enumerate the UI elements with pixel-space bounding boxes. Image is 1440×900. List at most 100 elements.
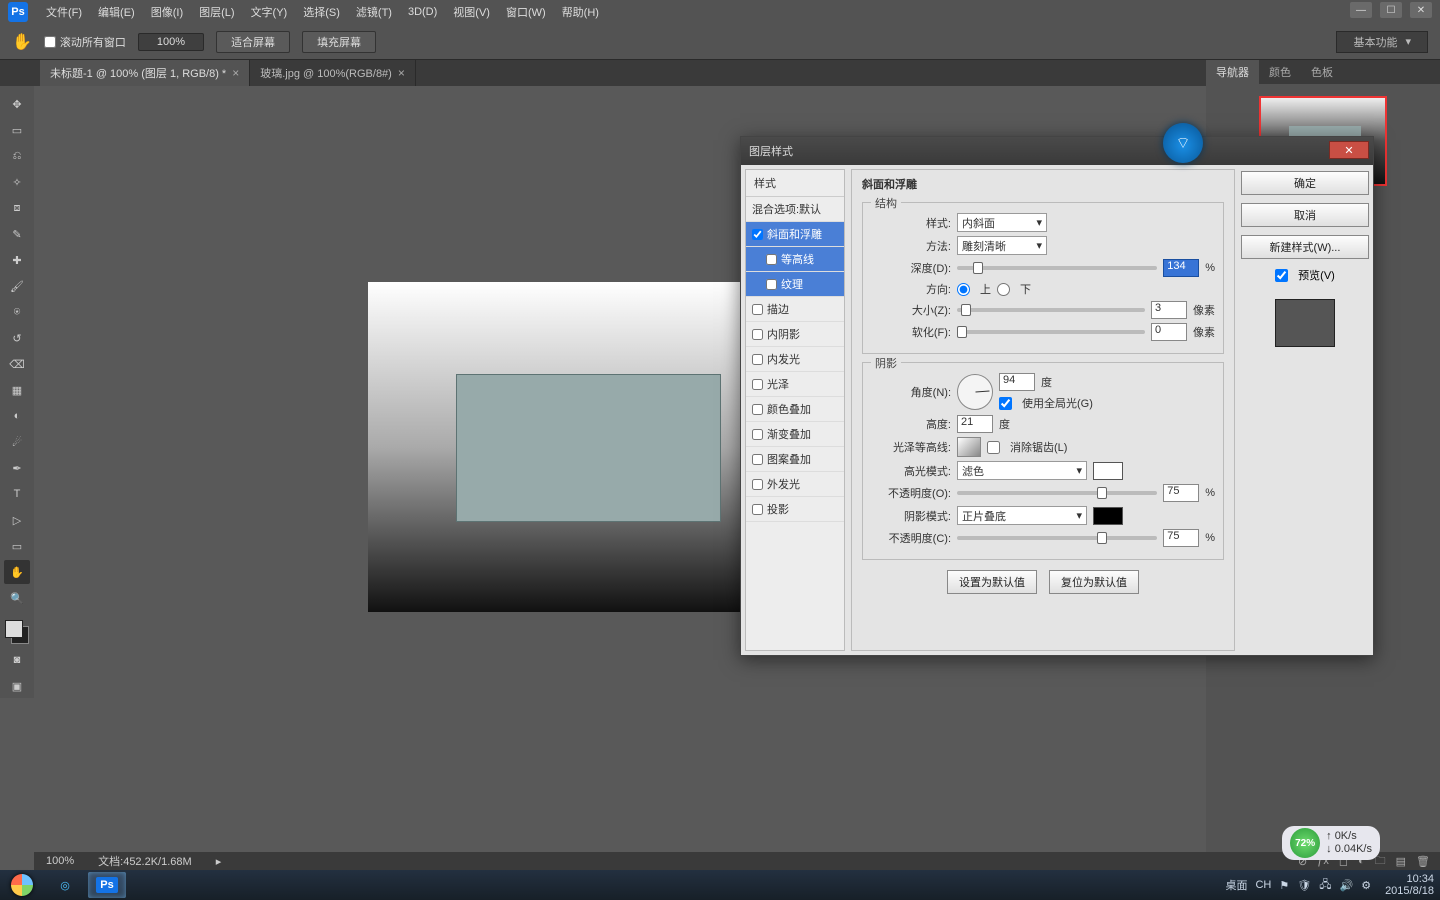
style-texture[interactable]: 纹理	[746, 272, 844, 297]
highlight-opacity-input[interactable]: 75	[1163, 484, 1199, 502]
antialias-checkbox[interactable]: 消除锯齿(L)	[987, 439, 1067, 455]
menu-view[interactable]: 视图(V)	[445, 4, 498, 20]
depth-input[interactable]: 134	[1163, 259, 1199, 277]
ime-indicator[interactable]: CH	[1255, 879, 1271, 891]
color-swatches[interactable]	[3, 618, 31, 646]
shadow-color-swatch[interactable]	[1093, 507, 1123, 525]
style-color-overlay[interactable]: 颜色叠加	[746, 397, 844, 422]
brush-tool[interactable]: 🖌	[4, 274, 30, 298]
history-brush-tool[interactable]: ↺	[4, 326, 30, 350]
menu-window[interactable]: 窗口(W)	[498, 4, 554, 20]
lasso-tool[interactable]: ⎌	[4, 144, 30, 168]
global-light-checkbox[interactable]: 使用全局光(G)	[999, 395, 1093, 411]
style-satin[interactable]: 光泽	[746, 372, 844, 397]
fill-screen-button[interactable]: 填充屏幕	[302, 31, 376, 53]
workspace-selector[interactable]: 基本功能▾	[1336, 31, 1428, 53]
panel-tab-color[interactable]: 颜色	[1259, 60, 1301, 84]
scroll-all-windows-checkbox[interactable]: 滚动所有窗口	[44, 34, 126, 50]
zoom-tool[interactable]: 🔍	[4, 586, 30, 610]
panel-tab-swatches[interactable]: 色板	[1301, 60, 1343, 84]
window-maximize-button[interactable]: ☐	[1380, 2, 1402, 18]
document-tab-1[interactable]: 未标题-1 @ 100% (图层 1, RGB/8) *×	[40, 60, 250, 86]
shadow-opacity-input[interactable]: 75	[1163, 529, 1199, 547]
clone-stamp-tool[interactable]: ⍟	[4, 300, 30, 324]
angle-dial[interactable]	[957, 374, 993, 410]
highlight-color-swatch[interactable]	[1093, 462, 1123, 480]
trash-icon[interactable]: 🗑	[1416, 855, 1430, 868]
status-zoom[interactable]: 100%	[46, 855, 74, 867]
altitude-input[interactable]: 21	[957, 415, 993, 433]
highlight-opacity-slider[interactable]	[957, 491, 1157, 495]
style-gradient-overlay[interactable]: 渐变叠加	[746, 422, 844, 447]
reset-default-button[interactable]: 复位为默认值	[1049, 570, 1139, 594]
menu-type[interactable]: 文字(Y)	[243, 4, 296, 20]
new-layer-icon[interactable]: ▤	[1396, 855, 1406, 868]
menu-layer[interactable]: 图层(L)	[191, 4, 242, 20]
shadow-mode-select[interactable]: 正片叠底▾	[957, 506, 1087, 525]
gloss-contour-swatch[interactable]	[957, 437, 981, 457]
style-stroke[interactable]: 描边	[746, 297, 844, 322]
dialog-title-bar[interactable]: 图层样式 ✕	[741, 137, 1373, 165]
network-speed-widget[interactable]: 72% ↑ 0K/s ↓ 0.04K/s	[1282, 826, 1380, 860]
tray-icon[interactable]: ⚑	[1279, 879, 1289, 892]
direction-down-radio[interactable]: 下	[997, 281, 1031, 297]
magic-wand-tool[interactable]: ✧	[4, 170, 30, 194]
style-pattern-overlay[interactable]: 图案叠加	[746, 447, 844, 472]
angle-input[interactable]: 94	[999, 373, 1035, 391]
path-selection-tool[interactable]: ▷	[4, 508, 30, 532]
soften-input[interactable]: 0	[1151, 323, 1187, 341]
blend-options-row[interactable]: 混合选项:默认	[746, 197, 844, 222]
menu-edit[interactable]: 编辑(E)	[90, 4, 143, 20]
soften-slider[interactable]	[957, 330, 1145, 334]
size-slider[interactable]	[957, 308, 1145, 312]
fit-screen-button[interactable]: 适合屏幕	[216, 31, 290, 53]
window-minimize-button[interactable]: —	[1350, 2, 1372, 18]
preview-checkbox[interactable]: 预览(V)	[1241, 267, 1369, 283]
style-inner-shadow[interactable]: 内阴影	[746, 322, 844, 347]
menu-select[interactable]: 选择(S)	[295, 4, 348, 20]
gradient-tool[interactable]: ▦	[4, 378, 30, 402]
window-close-button[interactable]: ✕	[1410, 2, 1432, 18]
style-contour[interactable]: 等高线	[746, 247, 844, 272]
new-style-button[interactable]: 新建样式(W)...	[1241, 235, 1369, 259]
tray-icon[interactable]: 🔊	[1339, 879, 1353, 892]
tray-icon[interactable]: ⚙	[1361, 879, 1371, 892]
style-outer-glow[interactable]: 外发光	[746, 472, 844, 497]
blur-tool[interactable]: ◐	[4, 404, 30, 428]
panel-tab-navigator[interactable]: 导航器	[1206, 60, 1259, 84]
make-default-button[interactable]: 设置为默认值	[947, 570, 1037, 594]
foreground-color-swatch[interactable]	[5, 620, 23, 638]
menu-file[interactable]: 文件(F)	[38, 4, 90, 20]
healing-brush-tool[interactable]: ✚	[4, 248, 30, 272]
crop-tool[interactable]: ⧈	[4, 196, 30, 220]
tray-clock[interactable]: 10:342015/8/18	[1385, 873, 1434, 897]
show-desktop-label[interactable]: 桌面	[1225, 877, 1247, 893]
cancel-button[interactable]: 取消	[1241, 203, 1369, 227]
close-icon[interactable]: ×	[398, 66, 405, 80]
shadow-opacity-slider[interactable]	[957, 536, 1157, 540]
tray-icon[interactable]: 🛡	[1297, 879, 1311, 892]
size-input[interactable]: 3	[1151, 301, 1187, 319]
close-icon[interactable]: ×	[232, 66, 239, 80]
ok-button[interactable]: 确定	[1241, 171, 1369, 195]
bevel-style-select[interactable]: 内斜面▾	[957, 213, 1047, 232]
eyedropper-tool[interactable]: ✎	[4, 222, 30, 246]
layer-shape[interactable]	[456, 374, 721, 522]
taskbar-photoshop[interactable]: Ps	[88, 872, 126, 898]
move-tool[interactable]: ✥	[4, 92, 30, 116]
tray-icon[interactable]: 🖧	[1319, 876, 1331, 895]
menu-filter[interactable]: 滤镜(T)	[348, 4, 400, 20]
document-tab-2[interactable]: 玻璃.jpg @ 100%(RGB/8#)×	[250, 60, 416, 86]
status-doc-info[interactable]: 文档:452.2K/1.68M	[98, 853, 192, 869]
type-tool[interactable]: T	[4, 482, 30, 506]
styles-header[interactable]: 样式	[746, 170, 844, 197]
bevel-technique-select[interactable]: 雕刻清晰▾	[957, 236, 1047, 255]
chevron-right-icon[interactable]: ▸	[216, 855, 222, 868]
marquee-tool[interactable]: ▭	[4, 118, 30, 142]
pen-tool[interactable]: ✒	[4, 456, 30, 480]
style-bevel-emboss[interactable]: 斜面和浮雕	[746, 222, 844, 247]
shape-tool[interactable]: ▭	[4, 534, 30, 558]
highlight-mode-select[interactable]: 滤色▾	[957, 461, 1087, 480]
zoom-level-field[interactable]: 100%	[138, 33, 204, 51]
dodge-tool[interactable]: ☄	[4, 430, 30, 454]
